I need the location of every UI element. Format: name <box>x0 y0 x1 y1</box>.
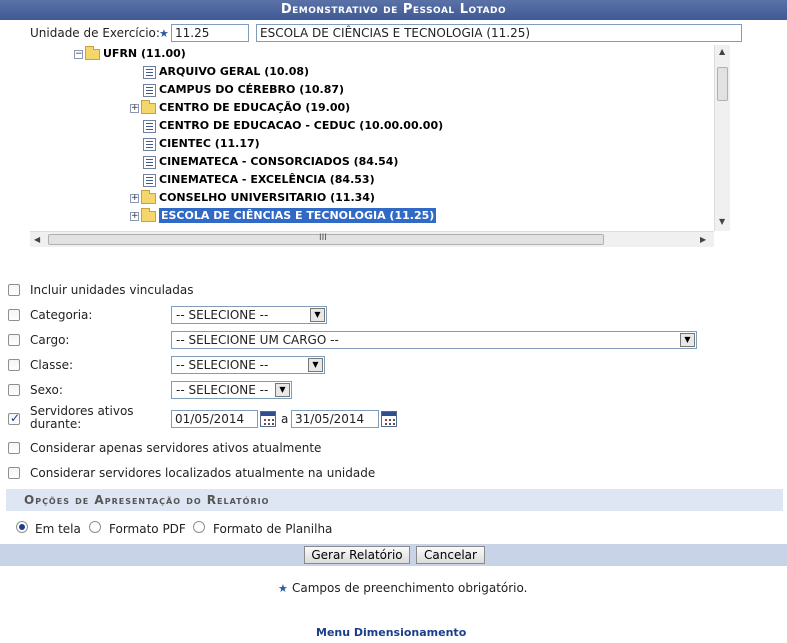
document-icon <box>143 83 156 97</box>
date-range-separator: a <box>281 412 289 426</box>
tree-item-arquivo-geral[interactable]: ARQUIVO GERAL (10.08) <box>143 63 309 81</box>
tree-item-centro-educacao[interactable]: + CENTRO DE EDUCAÇÃO (19.00) <box>130 99 350 117</box>
scroll-left-icon[interactable]: ◀ <box>34 235 40 244</box>
tree-item-escola-ciencias-tecnologia[interactable]: + ESCOLA DE CIÊNCIAS E TECNOLOGIA (11.25) <box>130 207 437 225</box>
sexo-select[interactable]: -- SELECIONE -- ▼ <box>171 381 292 399</box>
chevron-down-icon[interactable]: ▼ <box>275 383 290 397</box>
document-icon <box>143 65 156 79</box>
chevron-down-icon[interactable]: ▼ <box>310 308 325 322</box>
cargo-select[interactable]: -- SELECIONE UM CARGO -- ▼ <box>171 331 697 349</box>
chevron-down-icon[interactable]: ▼ <box>680 333 695 347</box>
apenas-ativos-checkbox[interactable] <box>8 442 20 454</box>
document-icon <box>143 155 156 169</box>
chevron-down-icon[interactable]: ▼ <box>308 358 323 372</box>
scroll-thumb[interactable]: III <box>48 233 604 245</box>
folder-icon <box>141 189 156 204</box>
classe-label: Classe: <box>30 358 73 372</box>
unit-tree[interactable]: − UFRN (11.00) ARQUIVO GERAL (10.08) CAMP… <box>30 45 730 247</box>
document-icon <box>143 119 156 133</box>
scroll-down-icon[interactable]: ▼ <box>719 217 725 226</box>
gerar-relatorio-button[interactable]: Gerar Relatório <box>304 546 410 564</box>
expand-icon[interactable]: + <box>130 193 139 203</box>
categoria-checkbox[interactable] <box>8 309 20 321</box>
em-tela-label: Em tela <box>35 522 81 536</box>
required-fields-note: Campos de preenchimento obrigatório. <box>292 581 528 595</box>
cargo-checkbox[interactable] <box>8 334 20 346</box>
scroll-right-icon[interactable]: ▶ <box>700 235 706 244</box>
required-star-icon: ★ <box>159 27 169 40</box>
sexo-checkbox[interactable] <box>8 384 20 396</box>
collapse-icon[interactable]: − <box>74 49 83 59</box>
formato-planilha-radio[interactable] <box>193 521 205 533</box>
tree-item-ceduc[interactable]: CENTRO DE EDUCACAO - CEDUC (10.00.00.00) <box>143 117 443 135</box>
formato-pdf-label: Formato PDF <box>109 522 186 536</box>
tree-item-cinemateca-consorciados[interactable]: CINEMATECA - CONSORCIADOS (84.54) <box>143 153 398 171</box>
cargo-label: Cargo: <box>30 333 70 347</box>
localizados-checkbox[interactable] <box>8 467 20 479</box>
em-tela-radio[interactable] <box>16 521 28 533</box>
servidores-ativos-label: Servidores ativos durante: <box>30 404 134 431</box>
tree-item-conselho-universitario[interactable]: + CONSELHO UNIVERSITARIO (11.34) <box>130 189 375 207</box>
expand-icon[interactable]: + <box>130 211 139 221</box>
unidade-label: Unidade de Exercício: <box>30 26 160 40</box>
grip-icon: III <box>319 233 327 243</box>
cancelar-button[interactable]: Cancelar <box>416 546 485 564</box>
page-title: Demonstrativo de Pessoal Lotado <box>0 0 787 20</box>
folder-open-icon <box>85 45 100 60</box>
expand-icon[interactable]: + <box>130 103 139 113</box>
unidade-name-input[interactable]: ESCOLA DE CIÊNCIAS E TECNOLOGIA (11.25) <box>256 24 742 42</box>
folder-icon <box>141 99 156 114</box>
scroll-thumb[interactable] <box>717 67 728 101</box>
categoria-label: Categoria: <box>30 308 93 322</box>
servidores-ativos-checkbox[interactable] <box>8 411 20 425</box>
formato-pdf-radio[interactable] <box>89 521 101 533</box>
data-inicio-input[interactable]: 01/05/2014 <box>171 410 258 428</box>
tree-item-cientec[interactable]: CIENTEC (11.17) <box>143 135 260 153</box>
folder-icon <box>141 207 156 222</box>
incluir-unidades-checkbox[interactable] <box>8 284 20 296</box>
document-icon <box>143 173 156 187</box>
menu-dimensionamento-link[interactable]: Menu Dimensionamento <box>316 626 466 639</box>
unidade-code-input[interactable]: 11.25 <box>171 24 249 42</box>
calendar-icon[interactable] <box>260 411 276 427</box>
tree-item-cinemateca-excelencia[interactable]: CINEMATECA - EXCELÊNCIA (84.53) <box>143 171 375 189</box>
data-fim-input[interactable]: 31/05/2014 <box>291 410 379 428</box>
apresentacao-section-title: Opções de Apresentação do Relatório <box>6 489 783 511</box>
localizados-label: Considerar servidores localizados atualm… <box>30 466 376 480</box>
scroll-up-icon[interactable]: ▲ <box>719 47 725 56</box>
incluir-unidades-label: Incluir unidades vinculadas <box>30 283 194 297</box>
calendar-icon[interactable] <box>381 411 397 427</box>
sexo-label: Sexo: <box>30 383 63 397</box>
required-star-icon: ★ <box>278 582 288 595</box>
tree-vertical-scrollbar[interactable]: ▲ ▼ <box>714 45 730 231</box>
apenas-ativos-label: Considerar apenas servidores ativos atua… <box>30 441 322 455</box>
categoria-select[interactable]: -- SELECIONE -- ▼ <box>171 306 327 324</box>
document-icon <box>143 137 156 151</box>
tree-horizontal-scrollbar[interactable]: ◀ III ▶ <box>30 231 714 247</box>
tree-root[interactable]: − UFRN (11.00) <box>74 45 186 63</box>
classe-checkbox[interactable] <box>8 359 20 371</box>
classe-select[interactable]: -- SELECIONE -- ▼ <box>171 356 325 374</box>
formato-planilha-label: Formato de Planilha <box>213 522 333 536</box>
tree-item-campus-cerebro[interactable]: CAMPUS DO CÉREBRO (10.87) <box>143 81 344 99</box>
